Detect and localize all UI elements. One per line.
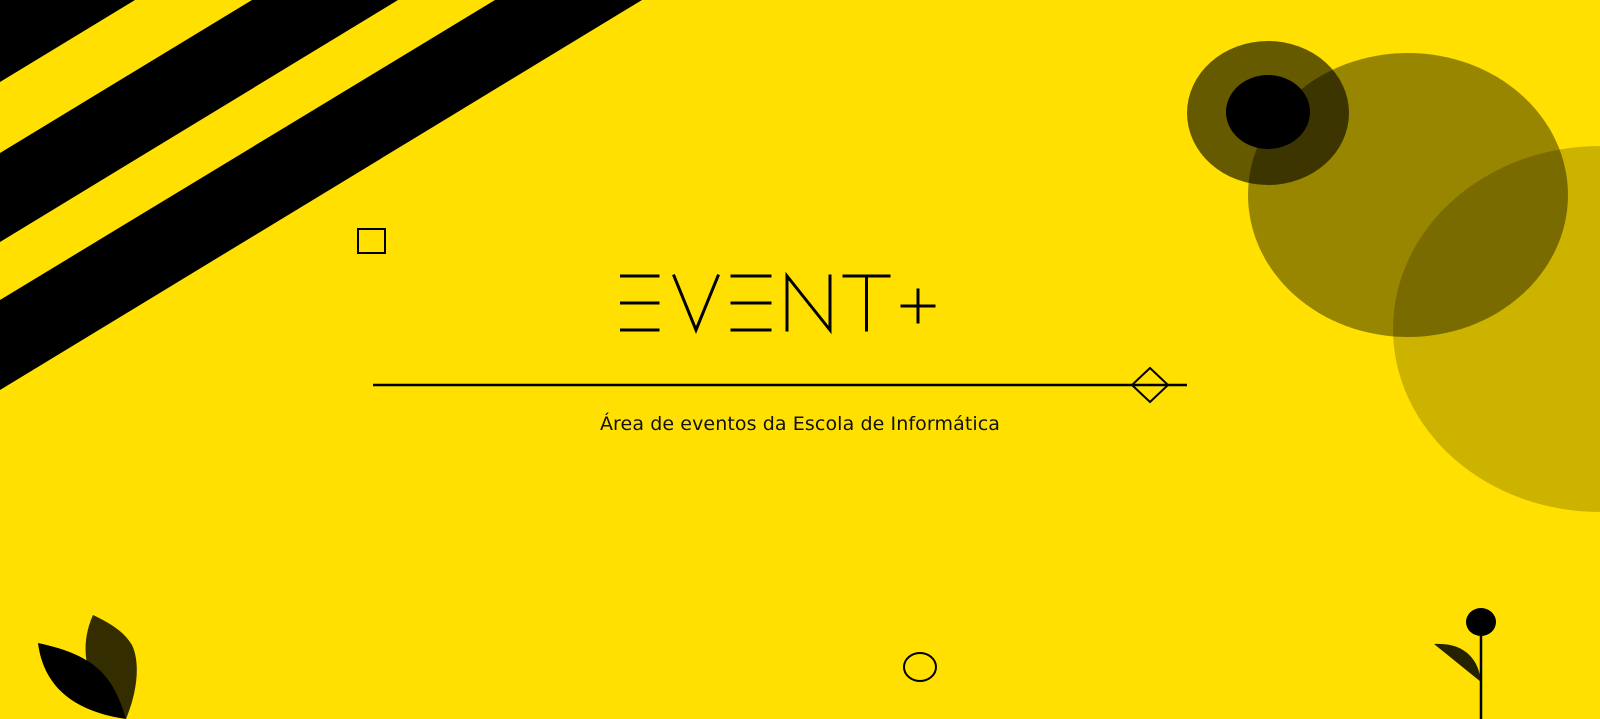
hero-artwork: [0, 0, 1600, 719]
hero-banner: Área de eventos da Escola de Informática: [0, 0, 1600, 719]
event-plus-logo: [620, 271, 936, 335]
tagline: Área de eventos da Escola de Informática: [599, 413, 1001, 435]
